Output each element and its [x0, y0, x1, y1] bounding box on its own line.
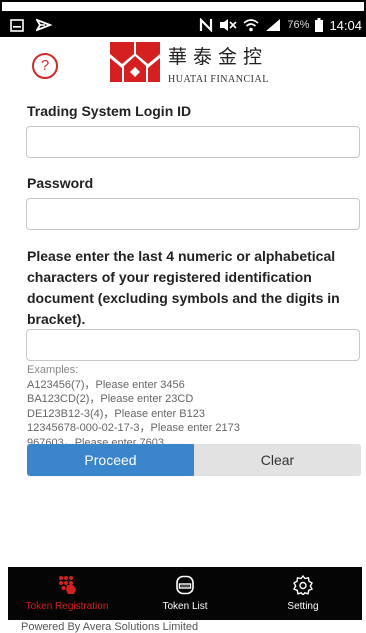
proceed-button[interactable]: Proceed — [27, 444, 194, 476]
tab-label: Token List — [162, 601, 208, 612]
example-line: 12345678-000-02-17-3，Please enter 2173 — [27, 422, 240, 434]
huatai-logo: 華泰金控 HUATAI FINANCIAL — [110, 40, 269, 85]
signal-icon — [266, 19, 281, 31]
window-top-frame — [0, 0, 366, 13]
app-header: ? 華泰金控 HUATAI FINANCIAL — [0, 37, 366, 93]
example-line: DE123B12-3(4)，Please enter B123 — [27, 407, 205, 420]
tab-label: Token Registration — [25, 601, 109, 612]
powered-by-footer: Powered By Avera Solutions Limited — [21, 621, 199, 633]
huatai-logo-mark-icon — [110, 42, 160, 82]
tab-label: Setting — [287, 601, 319, 612]
gear-icon — [293, 575, 313, 595]
battery-icon — [315, 18, 324, 32]
examples-block: Examples: A123456(7)，Please enter 3456 B… — [27, 363, 347, 450]
login-id-label: Trading System Login ID — [27, 103, 192, 119]
wifi-icon — [243, 19, 259, 32]
id-chars-instruction: Please enter the last 4 numeric or alpha… — [27, 248, 340, 327]
token-list-icon — [176, 575, 194, 595]
nfc-icon — [200, 18, 213, 32]
examples-title: Examples: — [27, 364, 79, 376]
screenshot-icon — [10, 18, 24, 32]
clock-time: 14:04 — [329, 17, 362, 33]
example-line: A123456(7)，Please enter 3456 — [27, 378, 185, 391]
clear-button[interactable]: Clear — [194, 444, 361, 476]
mute-icon — [220, 19, 237, 31]
token-registration-icon — [59, 576, 76, 594]
id-chars-input[interactable] — [26, 329, 360, 361]
send-icon — [36, 18, 52, 32]
password-input[interactable] — [26, 198, 360, 230]
bottom-tab-bar: Token Registration Token List Setting — [8, 567, 362, 620]
password-label: Password — [27, 175, 94, 191]
logo-english-text: HUATAI FINANCIAL — [168, 74, 269, 85]
help-button[interactable]: ? — [32, 53, 58, 79]
logo-chinese-text: 華泰金控 — [168, 46, 269, 68]
battery-percent: 76% — [287, 19, 310, 31]
status-bar: 76% 14:04 — [0, 13, 366, 37]
tab-token-list[interactable]: Token List — [126, 567, 244, 620]
example-line: BA123CD(2)，Please enter 23CD — [27, 393, 194, 405]
action-buttons: Proceed Clear — [27, 444, 361, 476]
login-id-input[interactable] — [26, 126, 360, 158]
tab-token-registration[interactable]: Token Registration — [8, 567, 126, 620]
tab-setting[interactable]: Setting — [244, 567, 362, 620]
